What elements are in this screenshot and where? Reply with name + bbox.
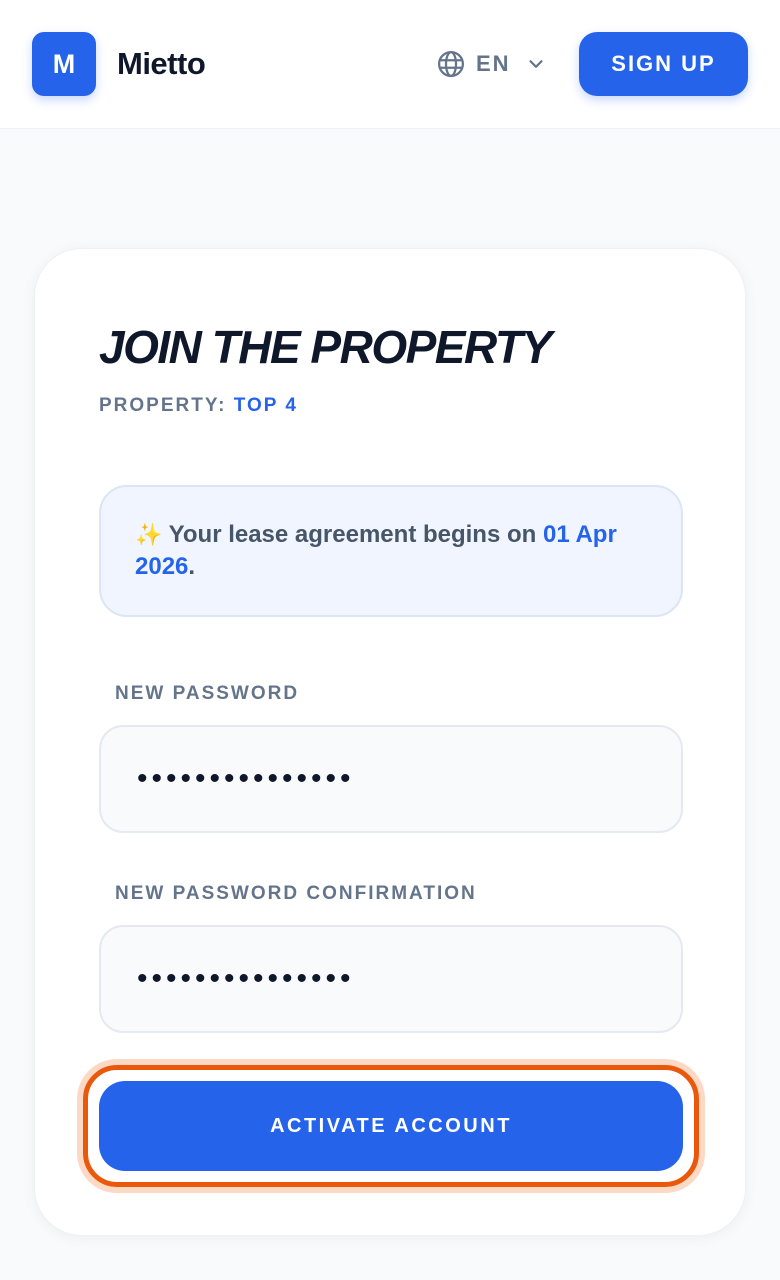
password-label: NEW PASSWORD: [115, 683, 300, 704]
lease-notice-text: Your lease agreement begins on: [168, 521, 537, 548]
property-info: PROPERTY: TOP 4: [99, 395, 298, 417]
password-confirmation-label: NEW PASSWORD CONFIRMATION: [115, 883, 477, 904]
brand-name: Mietto: [117, 46, 206, 81]
property-value: TOP 4: [233, 395, 298, 416]
globe-icon: [436, 49, 466, 79]
language-selector[interactable]: EN: [436, 44, 547, 84]
page-title: JOIN THE PROPERTY: [99, 321, 552, 373]
chevron-down-icon: [525, 53, 547, 75]
lease-notice-end: .: [188, 553, 196, 580]
property-label: PROPERTY:: [99, 395, 227, 416]
sparkles-icon: ✨: [135, 522, 163, 547]
top-bar: M Mietto EN SIGN UP: [0, 0, 780, 129]
language-code: EN: [476, 51, 511, 76]
join-property-card: JOIN THE PROPERTY PROPERTY: TOP 4 ✨ Your…: [34, 248, 746, 1236]
lease-notice: ✨ Your lease agreement begins on 01 Apr …: [99, 485, 683, 617]
signup-button[interactable]: SIGN UP: [579, 32, 748, 96]
password-confirmation-input[interactable]: [99, 925, 683, 1033]
password-input[interactable]: [99, 725, 683, 833]
activate-account-button[interactable]: ACTIVATE ACCOUNT: [99, 1081, 683, 1171]
logo-icon[interactable]: M: [32, 32, 96, 96]
